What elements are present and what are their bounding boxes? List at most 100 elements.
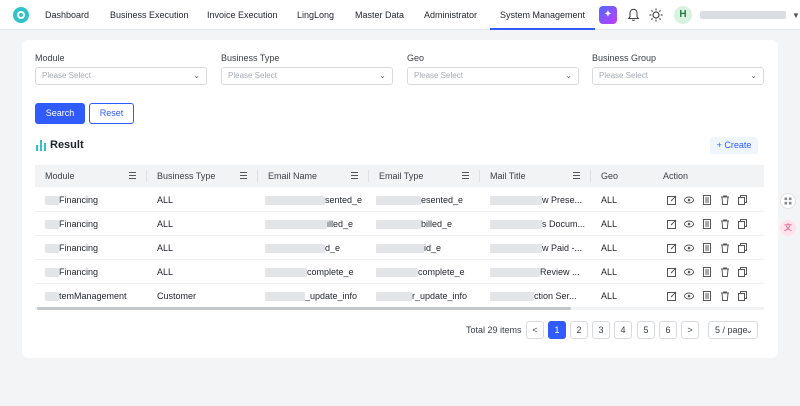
column-divider[interactable] bbox=[479, 170, 480, 182]
document-icon[interactable] bbox=[702, 195, 712, 205]
cell-business-type: ALL bbox=[157, 243, 174, 253]
redacted-text bbox=[45, 268, 59, 277]
theme-sun-icon[interactable] bbox=[649, 8, 663, 22]
eye-icon[interactable] bbox=[684, 243, 694, 253]
edit-icon[interactable] bbox=[667, 219, 677, 229]
copy-icon[interactable] bbox=[738, 243, 748, 253]
eye-icon[interactable] bbox=[684, 195, 694, 205]
delete-icon[interactable] bbox=[720, 219, 730, 229]
page-6[interactable]: 6 bbox=[659, 321, 677, 339]
column-menu-icon[interactable] bbox=[129, 172, 136, 179]
cell-email-type: esented_e bbox=[421, 195, 464, 205]
page-4[interactable]: 4 bbox=[614, 321, 632, 339]
column-menu-icon[interactable] bbox=[351, 172, 358, 179]
edit-icon[interactable] bbox=[667, 267, 677, 277]
nav-administrator[interactable]: Administrator bbox=[424, 0, 477, 30]
business-type-select[interactable]: Please Select ⌄ bbox=[221, 67, 393, 85]
document-icon[interactable] bbox=[702, 291, 712, 301]
col-mail-title: Mail Title bbox=[490, 171, 526, 181]
document-icon[interactable] bbox=[702, 267, 712, 277]
cell-module: Financing bbox=[59, 219, 99, 229]
copy-icon[interactable] bbox=[738, 267, 748, 277]
search-button[interactable]: Search bbox=[35, 103, 85, 124]
column-menu-icon[interactable] bbox=[240, 172, 247, 179]
nav-dashboard[interactable]: Dashboard bbox=[45, 0, 89, 30]
bell-icon[interactable] bbox=[627, 8, 640, 22]
total-items: Total 29 items bbox=[466, 325, 522, 335]
col-business-type: Business Type bbox=[157, 171, 216, 181]
reset-button[interactable]: Reset bbox=[89, 103, 134, 124]
redacted-text bbox=[45, 244, 59, 253]
document-icon[interactable] bbox=[702, 219, 712, 229]
document-icon[interactable] bbox=[702, 243, 712, 253]
nav-business-execution[interactable]: Business Execution bbox=[110, 0, 189, 30]
translate-icon[interactable]: 文 bbox=[780, 220, 796, 236]
apps-grid-icon[interactable] bbox=[780, 193, 796, 209]
column-divider[interactable] bbox=[590, 170, 591, 182]
cell-email-name: sented_e bbox=[325, 195, 363, 205]
table-row: Financing ALL sented_e esented_e w Prese… bbox=[35, 188, 764, 212]
delete-icon[interactable] bbox=[720, 291, 730, 301]
top-nav: Dashboard Business Execution Invoice Exe… bbox=[0, 0, 800, 30]
chevron-down-icon: ⌄ bbox=[745, 325, 753, 335]
next-page-button[interactable]: > bbox=[681, 321, 699, 339]
column-menu-icon[interactable] bbox=[462, 172, 469, 179]
redacted-text bbox=[376, 220, 421, 229]
chevron-down-icon[interactable]: ▼ bbox=[792, 11, 800, 20]
avatar[interactable]: H bbox=[674, 6, 692, 24]
copy-icon[interactable] bbox=[738, 291, 748, 301]
nav-invoice-execution[interactable]: Invoice Execution bbox=[207, 0, 278, 30]
cell-email-name: illed_e bbox=[327, 219, 354, 229]
geo-label: Geo bbox=[407, 53, 425, 63]
delete-icon[interactable] bbox=[720, 195, 730, 205]
nav-linglong[interactable]: LingLong bbox=[297, 0, 334, 30]
edit-icon[interactable] bbox=[667, 291, 677, 301]
page-2[interactable]: 2 bbox=[570, 321, 588, 339]
column-divider[interactable] bbox=[146, 170, 147, 182]
cell-email-type: r_update_info bbox=[412, 291, 468, 301]
col-email-name: Email Name bbox=[268, 171, 318, 181]
module-select[interactable]: Please Select ⌄ bbox=[35, 67, 207, 85]
edit-icon[interactable] bbox=[667, 195, 677, 205]
cell-email-type: billed_e bbox=[421, 219, 453, 229]
prev-page-button[interactable]: < bbox=[526, 321, 544, 339]
eye-icon[interactable] bbox=[684, 267, 694, 277]
delete-icon[interactable] bbox=[720, 267, 730, 277]
create-button[interactable]: + Create bbox=[710, 137, 758, 154]
delete-icon[interactable] bbox=[720, 243, 730, 253]
page-size-select[interactable]: 5 / page ⌄ bbox=[708, 321, 758, 339]
redacted-text bbox=[490, 220, 542, 229]
page-3[interactable]: 3 bbox=[592, 321, 610, 339]
col-module: Module bbox=[45, 171, 75, 181]
redacted-text bbox=[376, 268, 418, 277]
column-menu-icon[interactable] bbox=[573, 172, 580, 179]
app-logo-icon[interactable] bbox=[13, 7, 29, 23]
geo-select[interactable]: Please Select ⌄ bbox=[407, 67, 579, 85]
redacted-text bbox=[45, 220, 59, 229]
nav-system-management[interactable]: System Management bbox=[489, 0, 596, 30]
scrollbar-thumb[interactable] bbox=[37, 307, 571, 310]
ai-assistant-icon[interactable]: ✦ bbox=[599, 6, 617, 24]
cell-geo: ALL bbox=[601, 243, 618, 253]
nav-master-data[interactable]: Master Data bbox=[355, 0, 404, 30]
redacted-text bbox=[376, 196, 421, 205]
copy-icon[interactable] bbox=[738, 195, 748, 205]
col-geo: Geo bbox=[601, 171, 619, 181]
eye-icon[interactable] bbox=[684, 291, 694, 301]
business-group-select[interactable]: Please Select ⌄ bbox=[592, 67, 764, 85]
username-redacted[interactable] bbox=[700, 11, 786, 19]
page-5[interactable]: 5 bbox=[637, 321, 655, 339]
page-1[interactable]: 1 bbox=[548, 321, 566, 339]
cell-mail-title: w Prese... bbox=[542, 195, 583, 205]
cell-module: temManagement bbox=[59, 291, 127, 301]
horizontal-scrollbar[interactable] bbox=[35, 307, 764, 310]
chevron-down-icon: ⌄ bbox=[750, 71, 757, 80]
copy-icon[interactable] bbox=[738, 219, 748, 229]
edit-icon[interactable] bbox=[667, 243, 677, 253]
redacted-text bbox=[265, 292, 305, 301]
redacted-text bbox=[490, 268, 540, 277]
eye-icon[interactable] bbox=[684, 219, 694, 229]
column-divider[interactable] bbox=[368, 170, 369, 182]
column-divider[interactable] bbox=[257, 170, 258, 182]
module-label: Module bbox=[35, 53, 65, 63]
